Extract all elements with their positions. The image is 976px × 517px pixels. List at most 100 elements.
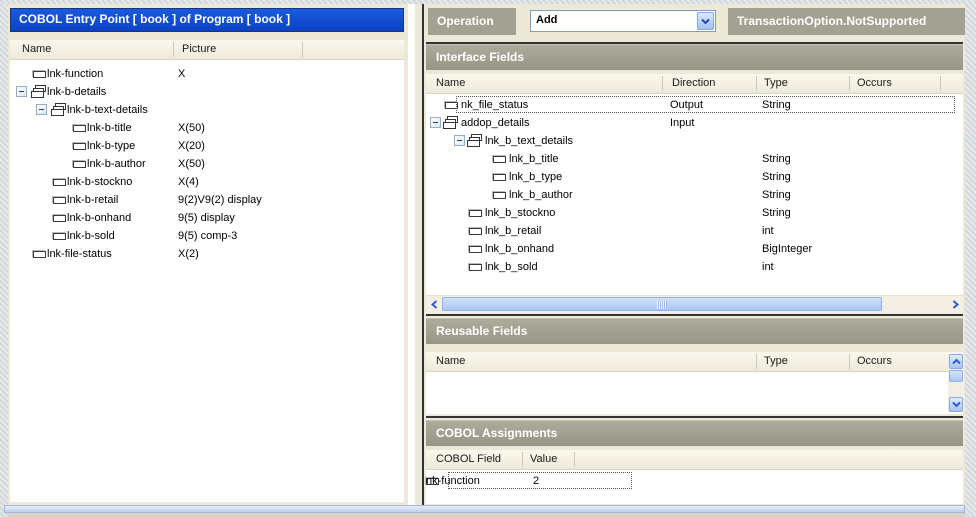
field-icon bbox=[73, 143, 86, 150]
cobol-tree-row[interactable]: lnk-file-statusX(2) bbox=[10, 245, 404, 263]
cobol-field-name: lnk-b-stockno bbox=[67, 175, 132, 189]
cobol-tree-row[interactable]: lnk-b-retail9(2)V9(2) display bbox=[10, 191, 404, 209]
scroll-down-arrow-icon[interactable] bbox=[949, 397, 963, 412]
cobol-field-name: lnk-b-title bbox=[87, 121, 132, 135]
interface-field-row[interactable]: lnk_b_text_details bbox=[426, 132, 963, 150]
column-separator[interactable] bbox=[756, 76, 757, 91]
column-header-cobol-field: COBOL Field bbox=[436, 453, 501, 465]
interface-field-row[interactable]: lnk_b_titleString bbox=[426, 150, 963, 168]
hscroll-gripper bbox=[657, 301, 667, 309]
field-icon bbox=[73, 125, 86, 132]
direction-value: Input bbox=[670, 116, 694, 130]
interface-field-row[interactable]: lnk_b_onhand BigInteger bbox=[426, 240, 963, 258]
cobol-tree-row[interactable]: lnk-b-typeX(20) bbox=[10, 137, 404, 155]
operation-label: Operation bbox=[437, 14, 494, 28]
cobol-tree-row[interactable]: lnk-b-title X(50) bbox=[10, 119, 404, 137]
group-record-icon bbox=[467, 134, 484, 147]
chevron-down-icon[interactable] bbox=[697, 12, 714, 30]
group-record-icon bbox=[51, 103, 68, 116]
tree-expander-minus-icon[interactable] bbox=[430, 117, 441, 128]
vscroll-thumb[interactable] bbox=[949, 370, 963, 382]
scroll-right-arrow-icon[interactable] bbox=[948, 297, 962, 312]
cobol-field-name: lnk-b-author bbox=[87, 157, 146, 171]
interface-field-name: lnk_b_author bbox=[509, 188, 573, 202]
field-icon bbox=[469, 264, 482, 271]
type-value: int bbox=[762, 260, 774, 274]
scroll-up-arrow-icon[interactable] bbox=[949, 354, 963, 369]
column-separator[interactable] bbox=[849, 354, 850, 369]
interface-field-name: lnk_b_sold bbox=[485, 260, 538, 274]
interface-field-name: addop_details bbox=[461, 116, 530, 130]
cobol-field-name: lnk-file-status bbox=[47, 247, 112, 261]
transaction-option-status: TransactionOption.NotSupported bbox=[737, 14, 926, 28]
interface-fields-hscrollbar[interactable] bbox=[426, 295, 963, 313]
interface-field-row[interactable]: addop_details Input bbox=[426, 114, 963, 132]
column-separator[interactable] bbox=[940, 76, 941, 91]
picture-value: 9(5) comp-3 bbox=[178, 229, 237, 243]
interface-fields-table: nk_file_statusOutputString addop_details I… bbox=[426, 94, 963, 295]
interface-field-name: lnk_b_onhand bbox=[485, 242, 554, 256]
field-icon bbox=[493, 174, 506, 181]
cobol-tree-row[interactable]: lnk-b-details bbox=[10, 83, 404, 101]
interface-field-row[interactable]: lnk_b_author String bbox=[426, 186, 963, 204]
column-header-occurs: Occurs bbox=[857, 77, 892, 89]
cobol-tree-row[interactable]: lnk-b-onhand9(5) display bbox=[10, 209, 404, 227]
cobol-field-name: lnk-b-type bbox=[87, 139, 135, 153]
window-border-left bbox=[0, 4, 8, 517]
cobol-tree-row[interactable]: lnk-functionX bbox=[10, 65, 404, 83]
column-separator[interactable] bbox=[756, 354, 757, 369]
field-icon bbox=[469, 210, 482, 217]
tree-expander-minus-icon[interactable] bbox=[16, 86, 27, 97]
field-icon bbox=[53, 179, 66, 186]
section-divider bbox=[426, 314, 963, 316]
interface-fields-title: Interface Fields bbox=[436, 50, 524, 64]
column-separator[interactable] bbox=[173, 42, 174, 57]
tree-expander-minus-icon[interactable] bbox=[36, 104, 47, 115]
interface-field-row[interactable]: nk_file_statusOutputString bbox=[426, 96, 963, 114]
column-separator[interactable] bbox=[574, 452, 575, 467]
cobol-field-name: lnk-b-sold bbox=[67, 229, 115, 243]
hscroll-thumb[interactable] bbox=[442, 297, 882, 311]
cobol-tree-row[interactable]: lnk-b-authorX(50) bbox=[10, 155, 404, 173]
reusable-fields-vscrollbar[interactable] bbox=[948, 354, 964, 412]
column-separator[interactable] bbox=[522, 452, 523, 467]
tree-expander-minus-icon[interactable] bbox=[454, 135, 465, 146]
interface-field-name: lnk_b_stockno bbox=[485, 206, 555, 220]
field-icon bbox=[53, 233, 66, 240]
column-separator[interactable] bbox=[302, 42, 303, 57]
field-icon bbox=[493, 156, 506, 163]
cobol-tree-row[interactable]: lnk-b-stocknoX(4) bbox=[10, 173, 404, 191]
column-header-type: Type bbox=[764, 77, 788, 89]
cobol-tree-row[interactable]: lnk-b-sold 9(5) comp-3 bbox=[10, 227, 404, 245]
picture-value: X(50) bbox=[178, 121, 205, 135]
cobol-field-name: lnk-b-text-details bbox=[67, 103, 148, 117]
column-header-name: Name bbox=[436, 355, 465, 367]
type-value: String bbox=[762, 188, 791, 202]
cobol-assignment-row[interactable]: nk-function2 bbox=[426, 472, 963, 490]
column-header-occurs: Occurs bbox=[857, 355, 892, 367]
panel-splitter[interactable] bbox=[407, 4, 422, 505]
cobol-field-name: lnk-function bbox=[47, 67, 103, 81]
interface-fields-column-header: Name Direction Type Occurs bbox=[426, 74, 963, 94]
operation-combobox[interactable]: Add bbox=[530, 10, 716, 32]
column-separator[interactable] bbox=[662, 76, 663, 91]
picture-value: 9(5) display bbox=[178, 211, 235, 225]
type-value: String bbox=[762, 206, 791, 220]
column-header-name: Name bbox=[436, 77, 465, 89]
interface-field-row[interactable]: lnk_b_sold int bbox=[426, 258, 963, 276]
type-value: BigInteger bbox=[762, 242, 812, 256]
interface-field-row[interactable]: lnk_b_stockno String bbox=[426, 204, 963, 222]
reusable-fields-header: Reusable Fields bbox=[426, 318, 963, 344]
field-icon bbox=[469, 228, 482, 235]
interface-field-row[interactable]: lnk_b_typeString bbox=[426, 168, 963, 186]
picture-value: 9(2)V9(2) display bbox=[178, 193, 262, 207]
type-value: int bbox=[762, 224, 774, 238]
scroll-left-arrow-icon[interactable] bbox=[427, 297, 441, 312]
window-border-right bbox=[965, 4, 976, 517]
group-record-icon bbox=[31, 85, 48, 98]
column-separator[interactable] bbox=[849, 76, 850, 91]
column-header-value: Value bbox=[530, 453, 557, 465]
cobol-mapper-window: COBOL Entry Point [ book ] of Program [ … bbox=[0, 0, 976, 517]
interface-field-row[interactable]: lnk_b_retailint bbox=[426, 222, 963, 240]
cobol-tree-row[interactable]: lnk-b-text-details bbox=[10, 101, 404, 119]
